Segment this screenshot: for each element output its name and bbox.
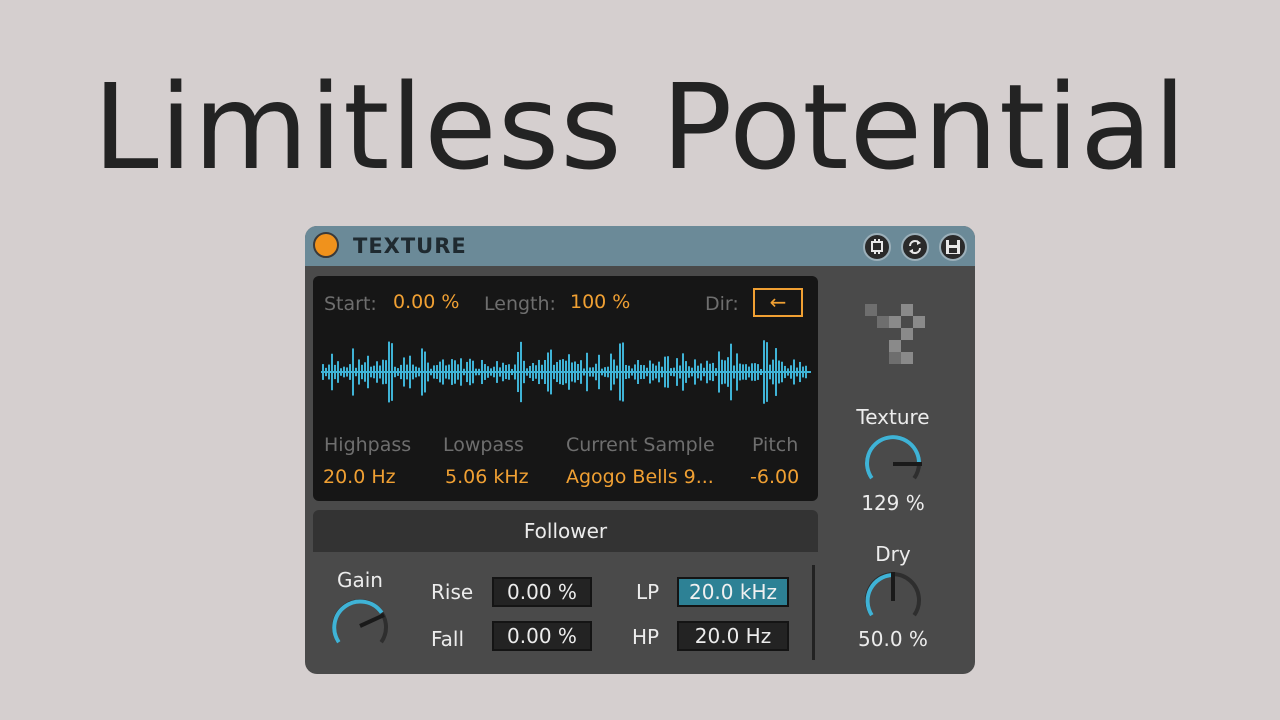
pitch-value[interactable]: -6.00 (750, 466, 799, 488)
refresh-icon[interactable] (901, 233, 929, 261)
device-title-bar: TEXTURE (305, 226, 975, 266)
dry-knob-value: 50.0 % (858, 627, 928, 651)
rise-label: Rise (431, 580, 474, 604)
hp-number-box[interactable]: 20.0 Hz (677, 621, 789, 651)
lp-number-box[interactable]: 20.0 kHz (677, 577, 789, 607)
hotswap-icon[interactable] (863, 233, 891, 261)
waveform-display[interactable] (321, 336, 811, 408)
direction-toggle-button[interactable]: ← (753, 288, 803, 317)
save-icon[interactable] (939, 233, 967, 261)
current-sample-value[interactable]: Agogo Bells 9... (566, 466, 714, 488)
fall-label: Fall (431, 627, 465, 651)
follower-section-header: Follower (313, 510, 818, 552)
texture-knob[interactable] (860, 431, 926, 493)
start-label: Start: (324, 293, 377, 315)
dry-knob-label: Dry (875, 542, 911, 566)
length-value[interactable]: 100 % (570, 291, 630, 313)
hp-label: HP (632, 625, 660, 649)
texture-knob-label: Texture (856, 405, 930, 429)
texture-logo-icon (865, 304, 925, 364)
lp-label: LP (636, 580, 660, 604)
current-sample-label: Current Sample (566, 434, 715, 456)
rise-number-box[interactable]: 0.00 % (492, 577, 592, 607)
fall-number-box[interactable]: 0.00 % (492, 621, 592, 651)
highpass-label: Highpass (324, 434, 412, 456)
pitch-label: Pitch (752, 434, 799, 456)
texture-knob-value: 129 % (861, 491, 925, 515)
highpass-value[interactable]: 20.0 Hz (323, 466, 396, 488)
sample-display-panel: Start: 0.00 % Length: 100 % Dir: ← Highp… (313, 276, 818, 501)
start-value[interactable]: 0.00 % (393, 291, 459, 313)
lowpass-label: Lowpass (443, 434, 524, 456)
gain-knob[interactable] (327, 593, 393, 657)
gain-label: Gain (337, 568, 383, 592)
device-title: TEXTURE (353, 234, 467, 258)
dir-label: Dir: (705, 293, 739, 315)
section-divider (812, 565, 815, 660)
dry-knob[interactable] (860, 568, 926, 630)
headline: Limitless Potential (92, 58, 1188, 196)
length-label: Length: (484, 293, 556, 315)
lowpass-value[interactable]: 5.06 kHz (445, 466, 529, 488)
power-toggle-button[interactable] (313, 232, 339, 258)
texture-device: TEXTURE Start: 0.00 % Length: 100 % Dir:… (305, 226, 975, 674)
